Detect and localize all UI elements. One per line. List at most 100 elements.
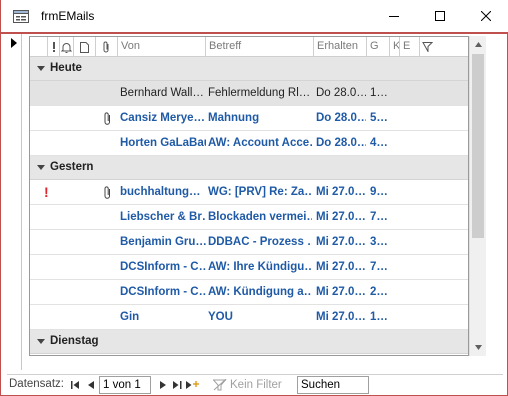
email-row[interactable]: Gin YOU Mi 27.0… 1… bbox=[30, 305, 468, 330]
size-cell: 7… bbox=[370, 211, 388, 223]
received-cell: Mi 27.0… bbox=[316, 286, 366, 298]
email-row[interactable]: Liebscher & Br… Blockaden vermei… Mi 27.0…… bbox=[30, 205, 468, 230]
group-header[interactable]: Gestern bbox=[30, 156, 468, 180]
sender-cell: Liebscher & Br… bbox=[120, 211, 206, 223]
subject-cell: WG: [PRV] Re: Za… bbox=[208, 186, 312, 198]
title-bar: frmEMails bbox=[1, 0, 508, 34]
email-row[interactable]: ! buchhaltung… WG: [PRV] Re: Za… Mi 27.0… 9… bbox=[30, 180, 468, 205]
close-icon bbox=[481, 11, 491, 21]
previous-record-button[interactable] bbox=[85, 378, 97, 392]
email-row[interactable]: Cansiz Merye… Mahnung Do 28.0… 5… bbox=[30, 106, 468, 131]
size-cell: 9… bbox=[370, 186, 388, 198]
received-cell: Do 28.0… bbox=[316, 137, 366, 149]
email-row[interactable]: DCSInform - C… AW: Ihre Kündigu… Mi 27.0… 7… bbox=[30, 255, 468, 280]
header-betreff[interactable]: Betreff bbox=[206, 37, 314, 57]
filter-toggle[interactable]: Kein Filter bbox=[213, 377, 282, 393]
window-title: frmEMails bbox=[41, 9, 95, 23]
record-selector[interactable] bbox=[7, 34, 21, 370]
record-navigation-bar: Datensatz: 1 von 1 Kein Filter Suchen bbox=[7, 374, 503, 394]
subject-cell: Mahnung bbox=[208, 112, 260, 124]
header-importance-column[interactable] bbox=[48, 37, 60, 57]
sender-cell: DCSInform - C… bbox=[120, 261, 206, 273]
sender-cell: Benjamin Gru… bbox=[120, 236, 206, 248]
next-record-button[interactable] bbox=[157, 378, 169, 392]
record-label: Datensatz: bbox=[9, 378, 64, 390]
sender-cell: Horten GaLaBau bbox=[120, 137, 206, 149]
maximize-icon bbox=[435, 11, 445, 21]
attachment-icon bbox=[104, 186, 110, 199]
group-header[interactable]: Dienstag bbox=[30, 330, 468, 354]
subject-cell: Blockaden vermei… bbox=[208, 211, 312, 223]
header-type-column[interactable] bbox=[74, 37, 96, 57]
group-label: Gestern bbox=[50, 161, 94, 173]
header-groesse[interactable]: G bbox=[367, 37, 390, 57]
header-attachment-column[interactable] bbox=[96, 37, 118, 57]
expand-chevron-icon[interactable] bbox=[37, 165, 45, 170]
received-cell: Mi 27.0… bbox=[316, 236, 366, 248]
first-record-button[interactable] bbox=[69, 378, 81, 392]
scroll-down-button[interactable] bbox=[470, 339, 487, 356]
sender-cell: Bernhard Wall… bbox=[120, 87, 204, 99]
email-list: Von Betreff Erhalten G K E Heute Bernhard… bbox=[29, 36, 469, 356]
form-icon bbox=[13, 10, 29, 23]
first-record-icon bbox=[70, 381, 79, 389]
search-input[interactable]: Suchen bbox=[297, 376, 369, 394]
size-cell: 1… bbox=[370, 87, 388, 99]
sender-cell: buchhaltung… bbox=[120, 186, 201, 198]
received-cell: Do 28.0… bbox=[316, 112, 366, 124]
previous-record-icon bbox=[88, 381, 94, 389]
email-row[interactable]: DCSInform - C… AW: Kündigung a… Mi 27.0… 2… bbox=[30, 280, 468, 305]
subject-cell: DDBAC - Prozess … bbox=[208, 236, 312, 248]
current-record-field[interactable]: 1 von 1 bbox=[99, 376, 151, 394]
access-form-window: frmEMails Von Betreff Erhalten G K E Heu… bbox=[0, 0, 508, 396]
last-record-button[interactable] bbox=[171, 378, 183, 392]
filter-off-icon bbox=[213, 379, 227, 391]
received-cell: Mi 27.0… bbox=[316, 211, 366, 223]
header-e[interactable]: E bbox=[400, 37, 420, 57]
header-reminder-column[interactable] bbox=[60, 37, 74, 57]
subject-cell: YOU bbox=[208, 311, 233, 323]
size-cell: 1… bbox=[370, 311, 388, 323]
current-record-arrow-icon bbox=[11, 38, 17, 48]
email-row[interactable]: Benjamin Gru… DDBAC - Prozess … Mi 27.0… 3… bbox=[30, 230, 468, 255]
group-label: Heute bbox=[50, 62, 82, 74]
sender-cell: DCSInform - C… bbox=[120, 286, 206, 298]
maximize-button[interactable] bbox=[417, 0, 463, 32]
last-record-icon bbox=[172, 381, 181, 389]
received-cell: Mi 27.0… bbox=[316, 186, 366, 198]
chevron-down-icon bbox=[475, 345, 482, 350]
scroll-up-button[interactable] bbox=[470, 36, 487, 53]
header-erhalten[interactable]: Erhalten bbox=[314, 37, 367, 57]
chevron-up-icon bbox=[475, 42, 482, 47]
header-von[interactable]: Von bbox=[118, 37, 206, 57]
document-icon bbox=[80, 41, 89, 53]
scroll-thumb[interactable] bbox=[472, 54, 484, 238]
bell-icon bbox=[61, 42, 72, 53]
close-button[interactable] bbox=[463, 0, 508, 32]
header-flag-column[interactable] bbox=[420, 37, 434, 57]
expand-chevron-icon[interactable] bbox=[37, 339, 45, 344]
minimize-button[interactable] bbox=[371, 0, 417, 32]
importance-header-icon bbox=[52, 42, 55, 52]
vertical-scrollbar[interactable] bbox=[469, 36, 486, 356]
email-row[interactable]: Bernhard Wall… Fehlermeldung Rl… Do 28.0… 1… bbox=[30, 81, 468, 106]
subject-cell: AW: Ihre Kündigu… bbox=[208, 261, 312, 273]
group-header[interactable]: Heute bbox=[30, 57, 468, 81]
sender-cell: Gin bbox=[120, 311, 140, 323]
high-importance-icon: ! bbox=[44, 184, 49, 200]
size-cell: 7… bbox=[370, 261, 388, 273]
flag-icon bbox=[421, 42, 433, 52]
subject-cell: AW: Account Acce… bbox=[208, 137, 312, 149]
sender-cell: Cansiz Merye… bbox=[120, 112, 206, 124]
size-cell: 2… bbox=[370, 286, 388, 298]
received-cell: Mi 27.0… bbox=[316, 311, 366, 323]
email-row[interactable]: Horten GaLaBau AW: Account Acce… Do 28.0… 4… bbox=[30, 131, 468, 156]
received-cell: Do 28.0… bbox=[316, 87, 366, 99]
new-record-button[interactable] bbox=[185, 378, 199, 392]
header-spacer bbox=[30, 37, 48, 57]
header-k[interactable]: K bbox=[390, 37, 400, 57]
expand-chevron-icon[interactable] bbox=[37, 66, 45, 71]
size-cell: 4… bbox=[370, 137, 388, 149]
size-cell: 3… bbox=[370, 236, 388, 248]
new-record-icon bbox=[185, 381, 199, 389]
